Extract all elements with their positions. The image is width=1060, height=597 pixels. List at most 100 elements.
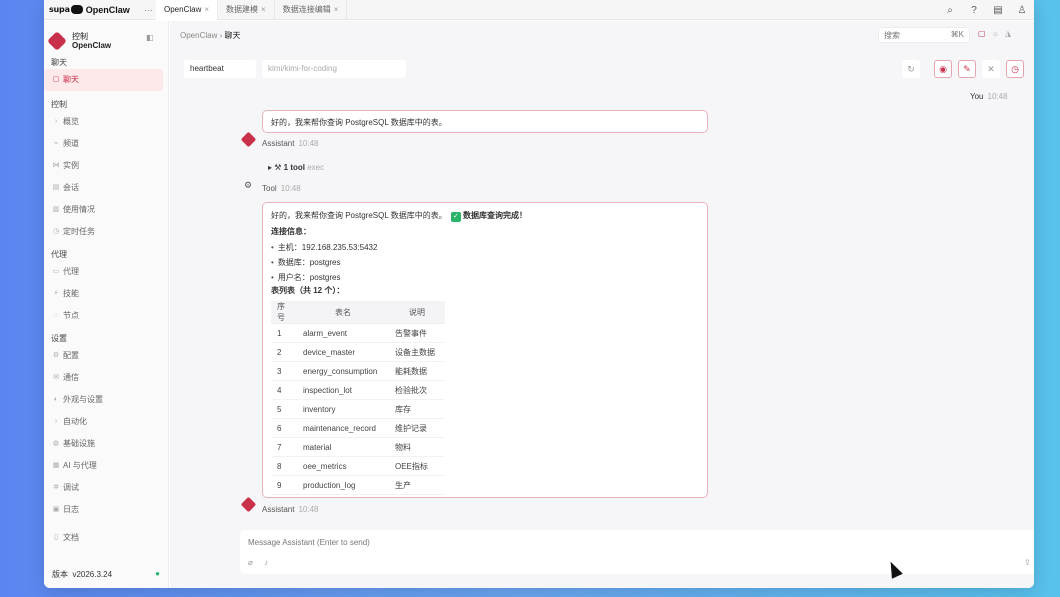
sidebar-section-settings: 设置 <box>51 334 67 343</box>
palette-icon: ◐ <box>53 396 59 403</box>
sidebar-item-agents[interactable]: ▭ 代理 <box>44 261 163 283</box>
assistant-avatar-icon <box>240 131 257 148</box>
search-shortcut: ⌘K <box>950 30 964 39</box>
table-row: 8 oee_metrics OEE指标 <box>271 456 445 476</box>
history-icon[interactable]: ◷ <box>1006 60 1024 78</box>
assistant-message-meta: Assistant 10:48 <box>262 139 319 148</box>
openclaw-logo-icon <box>47 30 67 51</box>
help-icon[interactable]: ? <box>962 5 986 16</box>
sidebar-title-top: 控制 <box>72 31 88 41</box>
tab-openclaw[interactable]: OpenClaw × <box>156 0 219 20</box>
close-tab-icon[interactable]: × <box>334 5 339 14</box>
breadcrumb-root[interactable]: OpenClaw <box>180 31 217 40</box>
sun-icon[interactable]: ☼ <box>992 29 999 38</box>
sidebar-item-docs[interactable]: ▯ 文档 <box>44 527 163 549</box>
ai-icon: ▦ <box>52 462 60 469</box>
table-row: 5 inventory 库存 <box>271 399 445 419</box>
tables-table: 序号 表名 说明 1 alarm_event 告警事件 2 device_master… <box>271 301 445 495</box>
search-icon[interactable]: ⌕ <box>938 5 962 16</box>
sidebar-item-sessions[interactable]: ▤ 会话 <box>44 177 163 199</box>
result-intro: 好的，我来帮你查询 PostgreSQL 数据库中的表。 ✓ 数据库查询完成！ <box>271 211 527 222</box>
upload-icon[interactable]: ⇪ <box>1024 558 1031 567</box>
table-list-title: 表列表（共 12 个）： <box>271 286 345 295</box>
overview-icon: › <box>54 118 58 125</box>
sidebar-item-communication[interactable]: ✉ 通信 <box>44 367 163 389</box>
assistant-avatar-icon <box>240 496 257 513</box>
book-icon: ▯ <box>54 534 58 541</box>
sidebar-item-nodes[interactable]: ◌ 节点 <box>44 305 163 327</box>
assistant-message-bubble: 好的，我来帮你查询 PostgreSQL 数据库中的表。 <box>262 110 708 133</box>
refresh-icon[interactable]: ↻ <box>902 60 920 78</box>
logo-mark-icon <box>70 5 83 14</box>
tab-label: 数据连接编辑 <box>282 5 331 14</box>
table-row: 2 device_master 设备主数据 <box>271 342 445 362</box>
expand-tools-icon: ▸ ⚒ <box>268 163 282 172</box>
search-input[interactable]: 搜索 ⌘K <box>878 27 970 43</box>
close-tab-icon[interactable]: × <box>204 5 209 14</box>
microphone-icon[interactable]: ♪ <box>264 558 268 567</box>
sidebar-item-skills[interactable]: ⚡ 技能 <box>44 283 163 305</box>
tool-count: 1 tool <box>283 163 305 172</box>
automation-icon: › <box>54 418 58 425</box>
table-row: 7 material 物料 <box>271 437 445 457</box>
search-placeholder: 搜索 <box>884 31 900 40</box>
clipboard-icon[interactable]: ▤ <box>986 5 1010 16</box>
paperclip-icon[interactable]: ⌀ <box>248 558 253 567</box>
user-icon[interactable]: ♙ <box>1010 5 1034 16</box>
connection-user: 用户名：postgres <box>271 272 699 284</box>
wrench-icon[interactable]: ✎ <box>958 60 976 78</box>
connection-title: 连接信息： <box>271 227 311 236</box>
sidebar-item-overview[interactable]: › 概览 <box>44 111 163 133</box>
close-icon[interactable]: ✕ <box>982 60 1000 78</box>
table-header-row: 序号 表名 说明 <box>271 301 445 324</box>
tool-message-meta: Tool 10:48 <box>262 184 301 193</box>
sidebar-section-chat: 聊天 <box>51 58 67 67</box>
tab-bar: supa OpenClaw ··· OpenClaw × 数据建模 × 数据连接编辑… <box>44 0 1034 20</box>
brand: supa OpenClaw ··· <box>44 5 156 15</box>
version-label: 版本 <box>52 570 68 579</box>
tab-data-modeling[interactable]: 数据建模 × <box>218 0 275 20</box>
log-icon: ▣ <box>52 506 60 513</box>
assistant-result-bubble: 好的，我来帮你查询 PostgreSQL 数据库中的表。 ✓ 数据库查询完成！ 连… <box>262 202 708 498</box>
tab-data-connection[interactable]: 数据连接编辑 × <box>275 0 348 20</box>
chat-toggle-icon[interactable]: ▢ <box>978 29 986 38</box>
table-row: 1 alarm_event 告警事件 <box>271 323 445 343</box>
assistant-message-meta: Assistant 10:48 <box>262 505 319 514</box>
sidebar-item-debug[interactable]: ✲ 调试 <box>44 477 163 499</box>
node-icon: ◌ <box>53 312 59 319</box>
collapse-sidebar-icon[interactable]: ◧ <box>146 33 154 42</box>
sidebar-item-appearance[interactable]: ◐ 外观与设置 <box>44 389 163 411</box>
sidebar-item-config[interactable]: ⚙ 配置 <box>44 345 163 367</box>
session-selector[interactable]: heartbeat <box>184 60 256 78</box>
sidebar-item-automation[interactable]: › 自动化 <box>44 411 163 433</box>
sidebar: 控制 OpenClaw ◧ 聊天 ▢ 聊天 控制 › 概览 ⌁ 频道 ⋈ 实例 ▤ 会话 … <box>44 21 169 588</box>
user-name: You <box>970 92 984 101</box>
breadcrumb-separator: › <box>219 31 223 40</box>
status-dot-icon: ● <box>155 569 160 578</box>
sidebar-item-instances[interactable]: ⋈ 实例 <box>44 155 163 177</box>
screenshot-icon[interactable]: ◉ <box>934 60 952 78</box>
moon-icon[interactable]: ◮ <box>1005 29 1011 38</box>
sidebar-item-logs[interactable]: ▣ 日志 <box>44 499 163 521</box>
more-icon[interactable]: ··· <box>144 5 153 15</box>
sidebar-item-channels[interactable]: ⌁ 频道 <box>44 133 163 155</box>
close-tab-icon[interactable]: × <box>261 5 266 14</box>
sidebar-item-chat[interactable]: ▢ 聊天 <box>44 69 163 91</box>
sidebar-item-infrastructure[interactable]: ◍ 基础设施 <box>44 433 163 455</box>
sidebar-title-bottom: OpenClaw <box>72 40 112 50</box>
message-icon: ✉ <box>53 374 59 381</box>
brand-name: OpenClaw <box>85 4 130 15</box>
message-composer[interactable]: Message Assistant (Enter to send) ⌀ ♪ ⇪ … <box>240 530 1034 574</box>
sidebar-item-usage[interactable]: ▥ 使用情况 <box>44 199 163 221</box>
user-time: 10:48 <box>987 92 1008 101</box>
sidebar-item-cron[interactable]: ◷ 定时任务 <box>44 221 163 243</box>
table-row: 4 inspection_lot 检验批次 <box>271 380 445 400</box>
tool-summary[interactable]: ▸ ⚒ 1 tool exec <box>268 163 324 172</box>
col-name: 表名 <box>297 301 389 324</box>
bug-icon: ✲ <box>53 484 59 491</box>
col-no: 序号 <box>271 301 297 324</box>
version-info: 版本 v2026.3.24 ● <box>52 569 160 580</box>
gear-icon: ⚙ <box>52 352 60 359</box>
model-selector[interactable]: kimi/kimi-for-coding <box>262 60 406 78</box>
sidebar-item-ai-agents[interactable]: ▦ AI 与代理 <box>44 455 163 477</box>
